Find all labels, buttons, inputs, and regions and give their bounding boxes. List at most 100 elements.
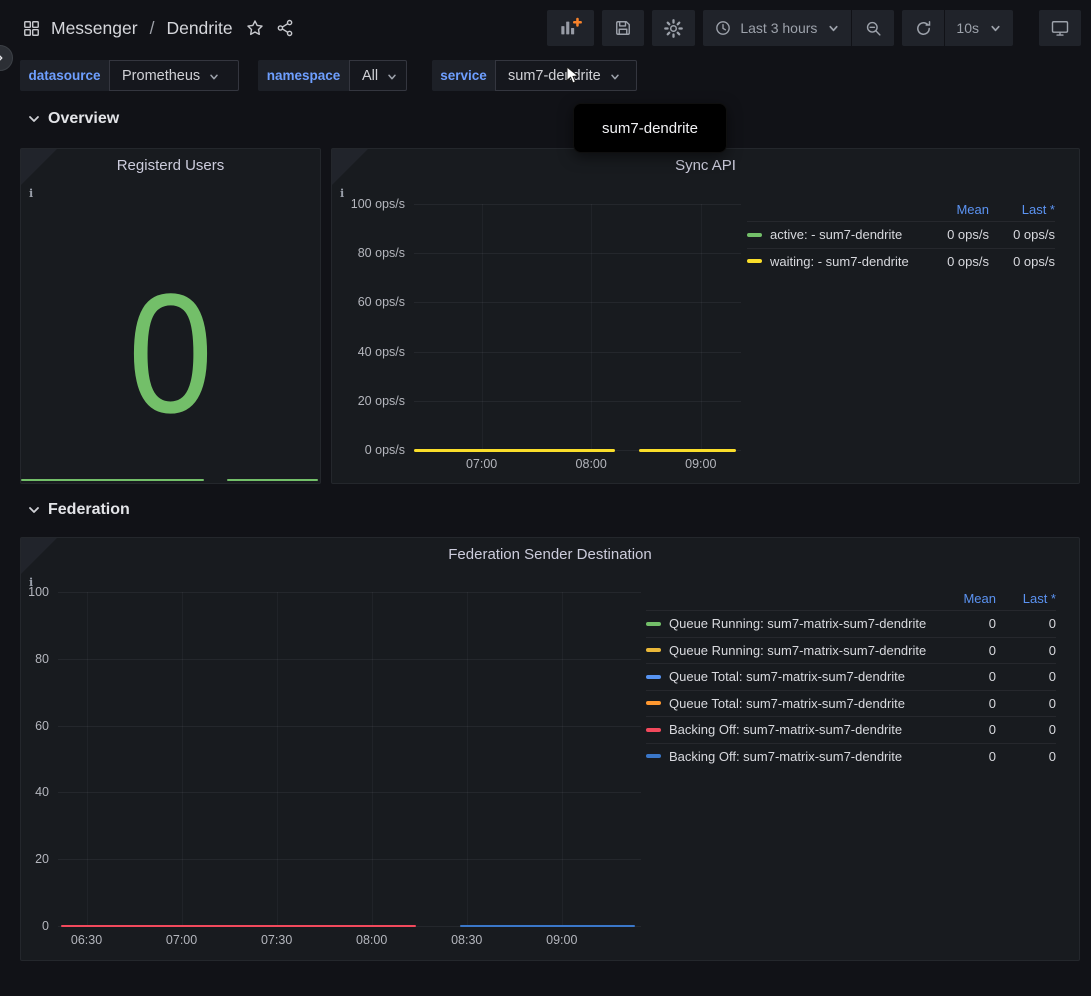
chevron-down-icon [827,22,840,35]
x-axis-tick-label: 09:00 [685,457,716,471]
y-axis-tick-label: 40 [35,785,49,799]
refresh-interval-dropdown[interactable]: 10s [945,10,1013,46]
legend-series-label[interactable]: Queue Running: sum7-matrix-sum7-dendrite [669,643,950,658]
mouse-cursor [566,66,580,90]
panel-registered-users: i Registerd Users 0 [20,148,321,484]
legend-last-value: 0 [996,696,1056,711]
top-nav-bar: Messenger / Dendrite [0,0,1091,56]
legend-header-row: MeanLast * [747,197,1055,221]
legend-row: Queue Total: sum7-matrix-sum7-dendrite00 [646,663,1056,690]
zoom-out-time-button[interactable] [852,10,894,46]
legend-series-label[interactable]: Backing Off: sum7-matrix-sum7-dendrite [669,722,950,737]
y-axis-tick-label: 80 [35,652,49,666]
grid-line-vertical [591,204,592,450]
legend-last-value: 0 ops/s [989,227,1055,242]
legend-mean-value: 0 [950,643,996,658]
sync-api-legend: MeanLast * active: - sum7-dendrite 0 ops/s… [747,197,1055,274]
refresh-button[interactable] [902,10,944,46]
variable-selected-datasource: Prometheus [122,68,200,84]
info-icon: i [340,187,344,200]
chevron-down-icon [208,71,220,83]
federation-legend: MeanLast * Queue Running: sum7-matrix-sum… [646,586,1056,769]
y-axis-tick-label: 100 ops/s [351,197,405,211]
section-row-overview[interactable]: Overview [28,110,119,128]
legend-series-label[interactable]: active: - sum7-dendrite [770,227,919,242]
y-axis-tick-label: 80 ops/s [358,246,405,260]
legend-sort-mean[interactable]: Mean [950,591,996,606]
legend-sort-last[interactable]: Last * [989,202,1055,217]
legend-mean-value: 0 [950,722,996,737]
section-title-overview: Overview [48,110,119,128]
x-axis-tick-label: 06:30 [71,933,102,947]
panel-title-sync-api[interactable]: Sync API [332,157,1079,174]
legend-row: Backing Off: sum7-matrix-sum7-dendrite00 [646,743,1056,770]
y-axis-tick-label: 0 ops/s [365,443,405,457]
legend-color-dash [646,622,661,626]
chevron-down-icon [989,22,1002,35]
breadcrumb-separator: / [148,18,157,39]
legend-series-label[interactable]: Queue Total: sum7-matrix-sum7-dendrite [669,696,950,711]
grid-line-vertical [701,204,702,450]
dashboards-grid-icon[interactable] [22,19,41,38]
legend-series-label[interactable]: waiting: - sum7-dendrite [770,254,919,269]
grid-line-horizontal [414,352,741,353]
monitor-icon [1050,18,1070,38]
legend-color-dash [747,233,762,237]
grid-line-horizontal [58,592,641,593]
legend-series-label[interactable]: Backing Off: sum7-matrix-sum7-dendrite [669,749,950,764]
series-line [639,449,736,452]
sync-api-plot: 100 ops/s80 ops/s60 ops/s40 ops/s20 ops/… [414,204,741,450]
legend-row: Backing Off: sum7-matrix-sum7-dendrite00 [646,716,1056,743]
service-value-tooltip: sum7-dendrite [573,103,727,153]
add-panel-button[interactable] [547,10,594,46]
legend-row: Queue Running: sum7-matrix-sum7-dendrite… [646,637,1056,664]
share-icon[interactable] [275,18,295,38]
legend-last-value: 0 [996,616,1056,631]
x-axis-tick-label: 08:00 [576,457,607,471]
stat-sparkline [21,477,320,481]
breadcrumb-dashboard[interactable]: Dendrite [166,18,232,39]
legend-series-label[interactable]: Queue Total: sum7-matrix-sum7-dendrite [669,669,950,684]
bar-chart-add-icon [558,17,583,39]
variable-value-namespace[interactable]: All [349,60,407,91]
grid-line-horizontal [414,401,741,402]
dashboard-settings-button[interactable] [652,10,695,46]
chevron-down-icon [28,113,40,125]
legend-last-value: 0 ops/s [989,254,1055,269]
star-icon[interactable] [245,18,265,38]
grid-line-vertical [372,592,373,926]
time-range-label: Last 3 hours [740,20,817,36]
grid-line-horizontal [58,859,641,860]
panel-title-registered-users[interactable]: Registerd Users [21,157,320,174]
time-range-picker[interactable]: Last 3 hours [703,10,851,46]
grid-line-vertical [87,592,88,926]
y-axis-tick-label: 20 ops/s [358,394,405,408]
legend-color-dash [747,259,762,263]
variable-value-datasource[interactable]: Prometheus [109,60,239,91]
refresh-icon [914,19,933,38]
save-dashboard-button[interactable] [602,10,644,46]
variable-label-datasource: datasource [20,60,109,91]
variable-label-namespace: namespace [258,60,349,91]
cycle-view-mode-button[interactable] [1039,10,1081,46]
panel-title-federation-sender-destination[interactable]: Federation Sender Destination [21,546,1079,563]
grid-line-horizontal [414,253,741,254]
grid-line-horizontal [58,792,641,793]
legend-row: Queue Total: sum7-matrix-sum7-dendrite00 [646,690,1056,717]
legend-sort-last[interactable]: Last * [996,591,1056,606]
clock-icon [714,19,732,37]
variable-selected-namespace: All [362,68,378,84]
variable-service: service sum7-dendrite [432,60,637,91]
legend-sort-mean[interactable]: Mean [919,202,989,217]
legend-color-dash [646,648,661,652]
legend-color-dash [646,754,661,758]
grid-line-horizontal [414,204,741,205]
section-title-federation: Federation [48,501,130,519]
breadcrumb-folder[interactable]: Messenger [51,18,138,39]
legend-mean-value: 0 [950,696,996,711]
time-picker-group: Last 3 hours [703,10,894,46]
grid-line-vertical [182,592,183,926]
section-row-federation[interactable]: Federation [28,501,130,519]
grid-line-vertical [562,592,563,926]
legend-series-label[interactable]: Queue Running: sum7-matrix-sum7-dendrite [669,616,950,631]
